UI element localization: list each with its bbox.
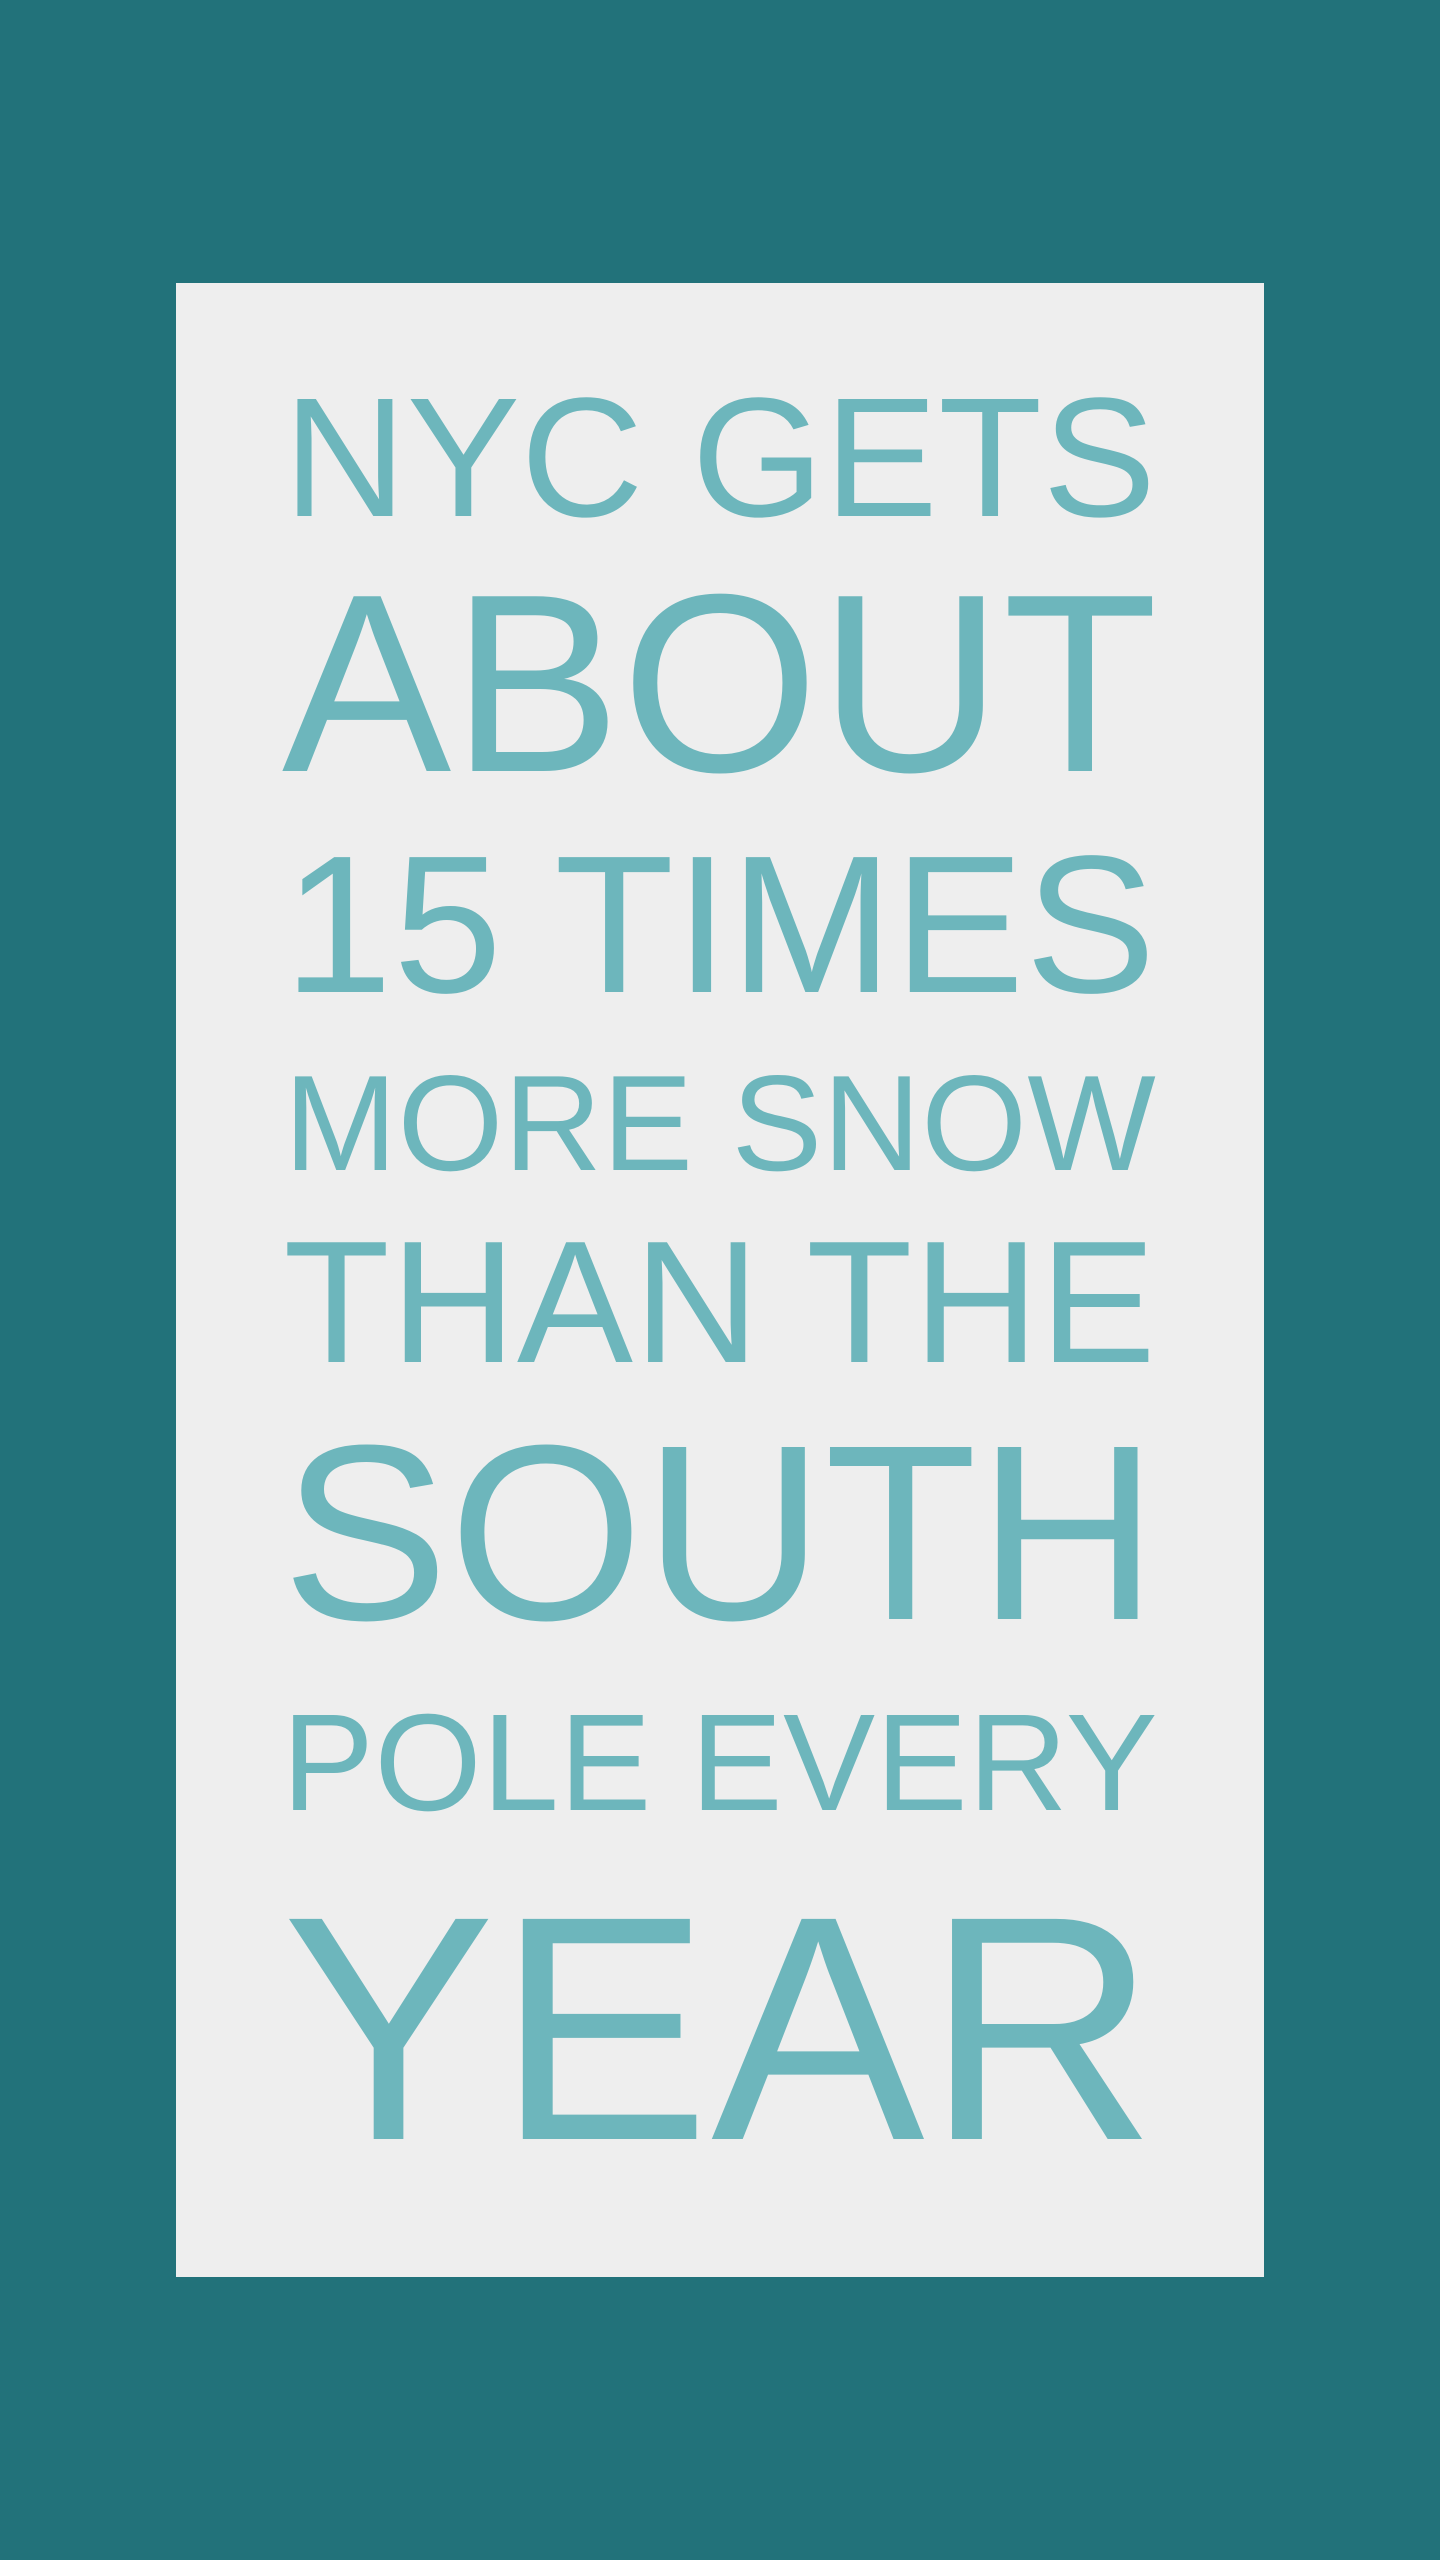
poster-line-8: YEAR xyxy=(282,1868,1158,2188)
poster-line-5: THAN THE xyxy=(282,1215,1158,1389)
poster-line-6-text: SOUTH xyxy=(281,1393,1159,1672)
poster-line-4: MORE SNOW xyxy=(282,1055,1158,1191)
poster-background: { "poster": { "lines": [ "NYC GETS", "AB… xyxy=(0,0,1440,2560)
poster-line-7: POLE EVERY xyxy=(282,1694,1158,1832)
poster-line-3: 15 TIMES xyxy=(282,827,1158,1023)
poster-line-2: ABOUT xyxy=(282,556,1158,810)
poster-line-8-text: YEAR xyxy=(281,1849,1159,2207)
poster-line-6: SOUTH xyxy=(282,1408,1158,1658)
poster-line-5-text: THAN THE xyxy=(283,1204,1157,1399)
poster-line-1-text: NYC GETS xyxy=(283,363,1157,553)
poster-line-4-text: MORE SNOW xyxy=(283,1047,1157,1199)
poster-panel: NYC GETS ABOUT 15 TIMES MORE SNOW THAN T… xyxy=(176,283,1264,2277)
poster-line-7-text: POLE EVERY xyxy=(281,1686,1159,1840)
poster-line-3-text: 15 TIMES xyxy=(283,815,1157,1034)
poster-line-2-text: ABOUT xyxy=(281,541,1159,825)
poster-line-1: NYC GETS xyxy=(282,373,1158,543)
